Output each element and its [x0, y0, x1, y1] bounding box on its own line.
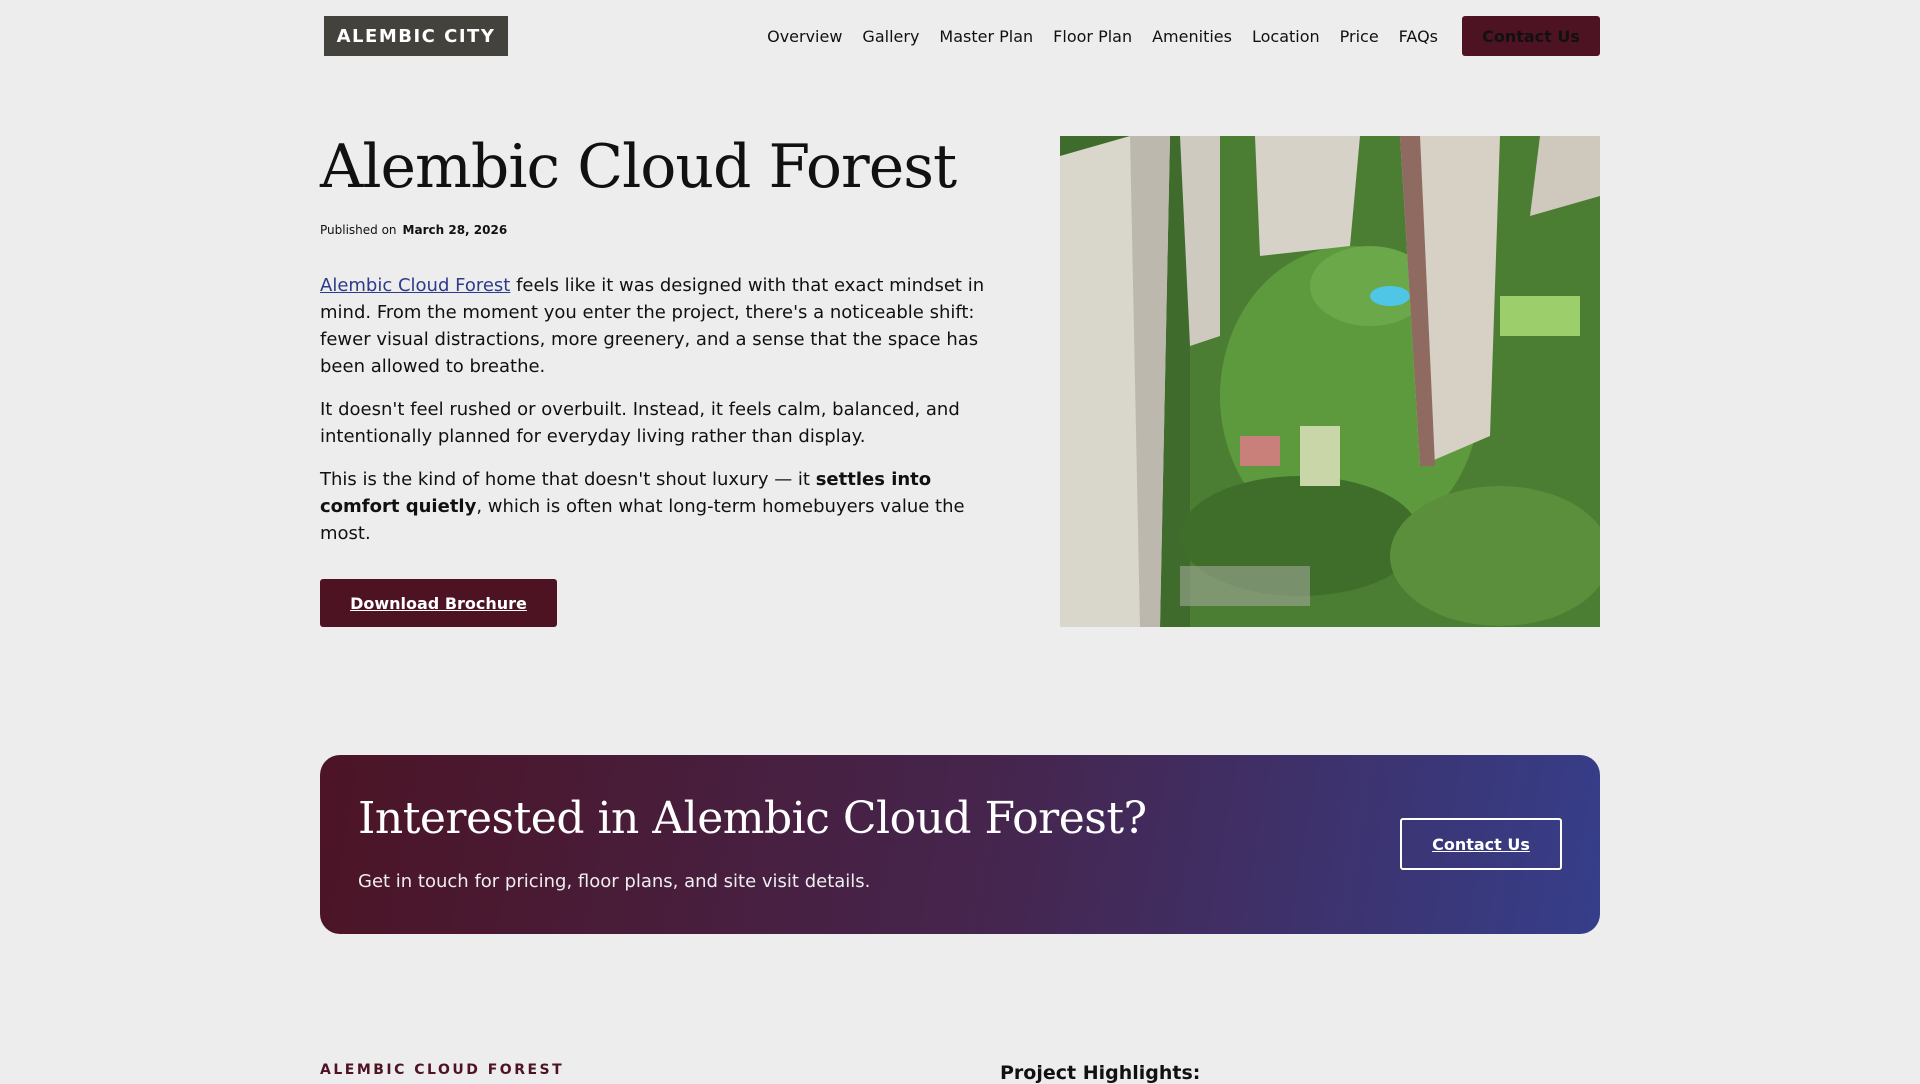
- nav-gallery[interactable]: Gallery: [862, 27, 919, 46]
- paragraph-2: It doesn't feel rushed or overbuilt. Ins…: [320, 399, 960, 447]
- paragraph-1: Alembic Cloud Forest feels like it was d…: [320, 272, 1000, 380]
- section-label: ALEMBIC CLOUD FOREST: [320, 1062, 565, 1078]
- nav-floor-plan[interactable]: Floor Plan: [1053, 27, 1132, 46]
- nav-price[interactable]: Price: [1340, 27, 1379, 46]
- contact-cta-banner: Interested in Alembic Cloud Forest? Get …: [320, 755, 1600, 934]
- contact-us-button[interactable]: Contact Us: [1462, 16, 1600, 56]
- project-highlights-heading: Project Highlights:: [1000, 1062, 1201, 1084]
- article-body: Alembic Cloud Forest feels like it was d…: [320, 272, 1000, 563]
- cta-contact-button[interactable]: Contact Us: [1400, 818, 1562, 870]
- nav-amenities[interactable]: Amenities: [1152, 27, 1232, 46]
- published-date: March 28, 2026: [402, 223, 508, 237]
- logo[interactable]: ALEMBIC CITY: [324, 16, 508, 56]
- project-aerial-image: [1060, 136, 1600, 627]
- download-brochure-button[interactable]: Download Brochure: [320, 579, 557, 627]
- published-label: Published on: [320, 223, 397, 237]
- published-info: Published on March 28, 2026: [320, 223, 507, 237]
- site-header: ALEMBIC CITY Overview Gallery Master Pla…: [0, 0, 1920, 70]
- cta-title: Interested in Alembic Cloud Forest?: [358, 793, 1147, 844]
- nav-overview[interactable]: Overview: [767, 27, 842, 46]
- project-link[interactable]: Alembic Cloud Forest: [320, 275, 510, 296]
- main-nav: Overview Gallery Master Plan Floor Plan …: [767, 16, 1600, 56]
- paragraph-3: This is the kind of home that doesn't sh…: [320, 466, 1000, 547]
- cta-text: Get in touch for pricing, floor plans, a…: [358, 871, 871, 892]
- paragraph-text: This is the kind of home that doesn't sh…: [320, 469, 816, 490]
- nav-master-plan[interactable]: Master Plan: [939, 27, 1033, 46]
- nav-location[interactable]: Location: [1252, 27, 1320, 46]
- nav-faqs[interactable]: FAQs: [1399, 27, 1438, 46]
- page-title: Alembic Cloud Forest: [320, 132, 957, 202]
